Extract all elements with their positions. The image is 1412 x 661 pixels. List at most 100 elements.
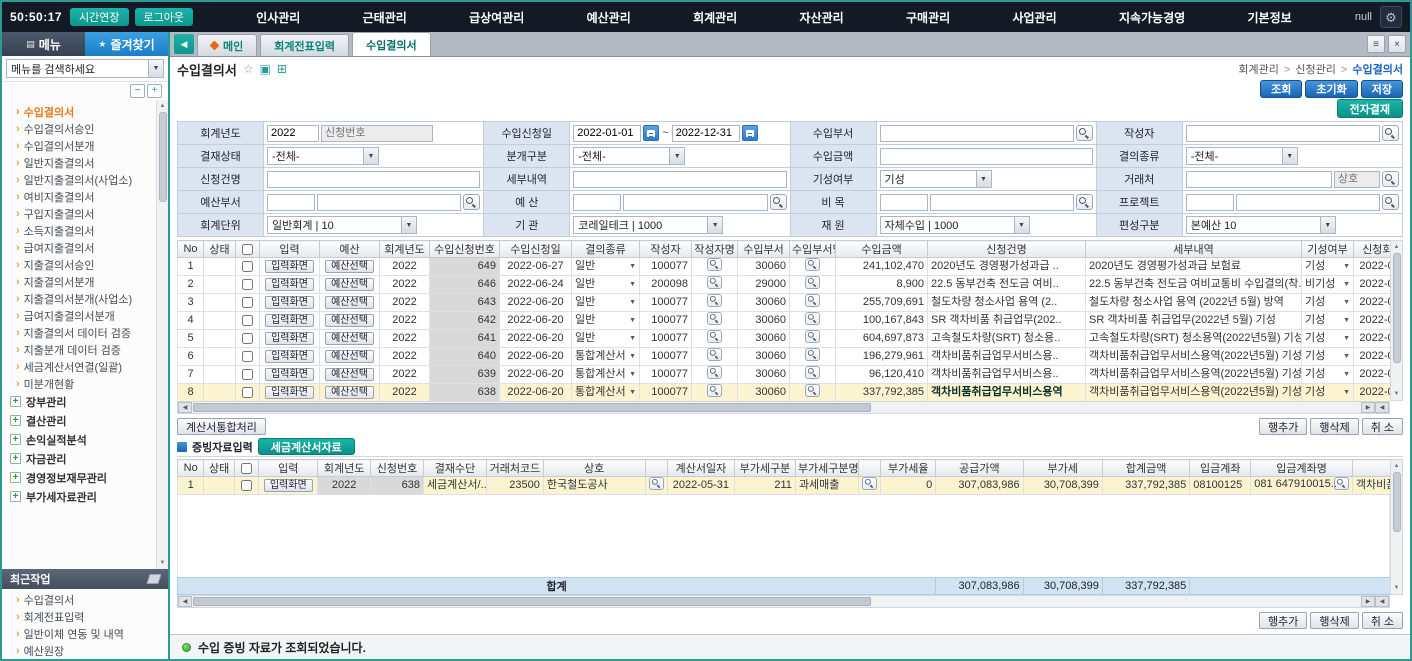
sidebar-group[interactable]: +결산관리 xyxy=(8,411,154,430)
grid2-horizontal-scrollbar[interactable]: ◀ ▶ ◀ xyxy=(177,595,1390,608)
approval-status-select[interactable]: -전체-▼ xyxy=(267,147,379,165)
sidebar-item[interactable]: ›지출분개 데이터 검증 xyxy=(8,341,154,358)
search-icon[interactable] xyxy=(463,194,480,210)
search-icon[interactable] xyxy=(1382,125,1399,141)
topbar-menu-item[interactable]: 예산관리 xyxy=(587,9,631,26)
reset-button[interactable]: 초기화 xyxy=(1305,80,1357,98)
menu-search-combobox[interactable]: 메뉴를 검색하세요 ▼ xyxy=(6,59,164,78)
row-checkbox[interactable] xyxy=(242,315,253,326)
row-checkbox[interactable] xyxy=(242,387,253,398)
sidebar-scrollbar[interactable]: ▲ ▼ xyxy=(156,100,168,569)
input-screen-button[interactable]: 입력화면 xyxy=(265,368,314,381)
item-name-input[interactable] xyxy=(930,194,1074,211)
cancel-button[interactable]: 취 소 xyxy=(1362,612,1403,629)
income-amount-input[interactable] xyxy=(880,148,1093,165)
add-window-icon[interactable]: ⊞ xyxy=(277,62,287,76)
scroll-down-icon[interactable]: ▼ xyxy=(1394,582,1400,594)
item-code-input[interactable] xyxy=(880,194,928,211)
evidence-grid-row[interactable]: 1입력화면2022638세금계산서/..23500한국철도공사2022-05-3… xyxy=(178,477,1391,495)
row-checkbox[interactable] xyxy=(242,279,253,290)
topbar-menu-item[interactable]: 근태관리 xyxy=(363,9,407,26)
row-checkbox[interactable] xyxy=(242,261,253,272)
search-icon[interactable] xyxy=(805,294,820,307)
request-title-input[interactable] xyxy=(267,171,480,188)
select-all-checkbox[interactable] xyxy=(242,244,253,255)
search-icon[interactable] xyxy=(707,258,722,271)
sidebar-item[interactable]: ›지출결의서 데이터 검증 xyxy=(8,324,154,341)
project-code-input[interactable] xyxy=(1186,194,1234,211)
cell-select[interactable]: 일반▼ xyxy=(575,295,636,310)
budget-select-button[interactable]: 예산선택 xyxy=(325,368,374,381)
grid2-vertical-scrollbar[interactable]: ▲ ▼ xyxy=(1390,459,1403,595)
input-screen-button[interactable]: 입력화면 xyxy=(265,296,314,309)
cell-select[interactable]: 기성▼ xyxy=(1305,331,1350,346)
sidebar-item[interactable]: ›구입지출결의서 xyxy=(8,205,154,222)
budget-class-select[interactable]: 본예산 10▼ xyxy=(1186,216,1336,234)
input-screen-button[interactable]: 입력화면 xyxy=(265,350,314,363)
select-all-checkbox[interactable] xyxy=(241,463,252,474)
cell-select[interactable]: 기성▼ xyxy=(1305,259,1350,274)
search-icon[interactable] xyxy=(707,294,722,307)
cell-select[interactable]: 일반▼ xyxy=(575,331,636,346)
topbar-menu-item[interactable]: 사업관리 xyxy=(1012,9,1056,26)
document-tab[interactable]: 회계전표입력 xyxy=(260,34,349,56)
sidebar-item[interactable]: ›여비지출결의서 xyxy=(8,188,154,205)
income-grid-row[interactable]: 5입력화면예산선택20226412022-06-20일반▼10007730060… xyxy=(178,330,1391,348)
tab-scroll-left-icon[interactable]: ◀ xyxy=(174,34,194,54)
cell-select[interactable]: 기성▼ xyxy=(1305,385,1350,400)
income-grid-row[interactable]: 3입력화면예산선택20226432022-06-20일반▼10007730060… xyxy=(178,294,1391,312)
income-grid-row[interactable]: 4입력화면예산선택20226422022-06-20일반▼10007730060… xyxy=(178,312,1391,330)
budget-select-button[interactable]: 예산선택 xyxy=(325,386,374,399)
search-icon[interactable] xyxy=(1382,171,1399,187)
scroll-left-icon[interactable]: ◀ xyxy=(178,402,192,413)
income-grid-row[interactable]: 2입력화면예산선택20226462022-06-24일반▼20009829000… xyxy=(178,276,1391,294)
journal-type-select[interactable]: -전체-▼ xyxy=(573,147,685,165)
scrollbar-thumb[interactable] xyxy=(1393,472,1401,532)
resolution-type-select[interactable]: -전체-▼ xyxy=(1186,147,1298,165)
topbar-menu-item[interactable]: 자산관리 xyxy=(800,9,844,26)
sidebar-item[interactable]: ›수입결의서승인 xyxy=(8,120,154,137)
calendar-icon[interactable] xyxy=(643,125,659,141)
income-dept-input[interactable] xyxy=(880,125,1074,142)
search-icon[interactable] xyxy=(707,384,722,397)
search-icon[interactable] xyxy=(805,366,820,379)
tab-list-icon[interactable]: ≡ xyxy=(1367,35,1385,53)
cell-select[interactable]: 통합계산서▼ xyxy=(575,367,636,382)
search-icon[interactable] xyxy=(1382,194,1399,210)
delete-row-button[interactable]: 행삭제 xyxy=(1310,612,1358,629)
input-screen-button[interactable]: 입력화면 xyxy=(264,479,313,492)
scroll-right-icon[interactable]: ▶ xyxy=(1361,596,1375,607)
search-icon[interactable] xyxy=(805,348,820,361)
sidebar-item[interactable]: ›급여지출결의서 xyxy=(8,239,154,256)
input-screen-button[interactable]: 입력화면 xyxy=(265,260,314,273)
search-icon[interactable] xyxy=(805,258,820,271)
budget-name-input[interactable] xyxy=(623,194,767,211)
topbar-menu-item[interactable]: 인사관리 xyxy=(256,9,300,26)
sidebar-item[interactable]: ›수입결의서분개 xyxy=(8,137,154,154)
search-icon[interactable] xyxy=(1076,194,1093,210)
search-icon[interactable] xyxy=(805,276,820,289)
income-grid-row[interactable]: 7입력화면예산선택20226392022-06-20통합계산서▼10007730… xyxy=(178,366,1391,384)
budget-dept-name-input[interactable] xyxy=(317,194,461,211)
clear-recent-icon[interactable] xyxy=(146,574,161,584)
expand-plus-icon[interactable]: + xyxy=(10,472,21,483)
income-grid-row[interactable]: 8입력화면예산선택20226382022-06-20통합계산서▼10007730… xyxy=(178,384,1391,402)
completion-select[interactable]: 기성▼ xyxy=(880,170,992,188)
recent-work-item[interactable]: ›회계전표입력 xyxy=(8,608,164,625)
row-checkbox[interactable] xyxy=(242,333,253,344)
sidebar-item[interactable]: ›일반지출결의서 xyxy=(8,154,154,171)
budget-select-button[interactable]: 예산선택 xyxy=(325,260,374,273)
chevron-down-icon[interactable]: ▼ xyxy=(148,60,163,77)
scrollbar-thumb[interactable] xyxy=(193,403,871,412)
expand-plus-icon[interactable]: + xyxy=(10,434,21,445)
add-row-button[interactable]: 행추가 xyxy=(1259,612,1307,629)
scroll-left-icon[interactable]: ◀ xyxy=(1375,402,1389,413)
scroll-down-icon[interactable]: ▼ xyxy=(1394,388,1400,400)
sidebar-group[interactable]: +손익실적분석 xyxy=(8,430,154,449)
calendar-icon[interactable] xyxy=(742,125,758,141)
request-no-input[interactable] xyxy=(321,125,433,142)
scroll-up-icon[interactable]: ▲ xyxy=(1394,460,1400,472)
scrollbar-thumb[interactable] xyxy=(1393,253,1401,363)
scroll-up-icon[interactable]: ▲ xyxy=(1394,241,1400,253)
cell-select[interactable]: 기성▼ xyxy=(1305,367,1350,382)
